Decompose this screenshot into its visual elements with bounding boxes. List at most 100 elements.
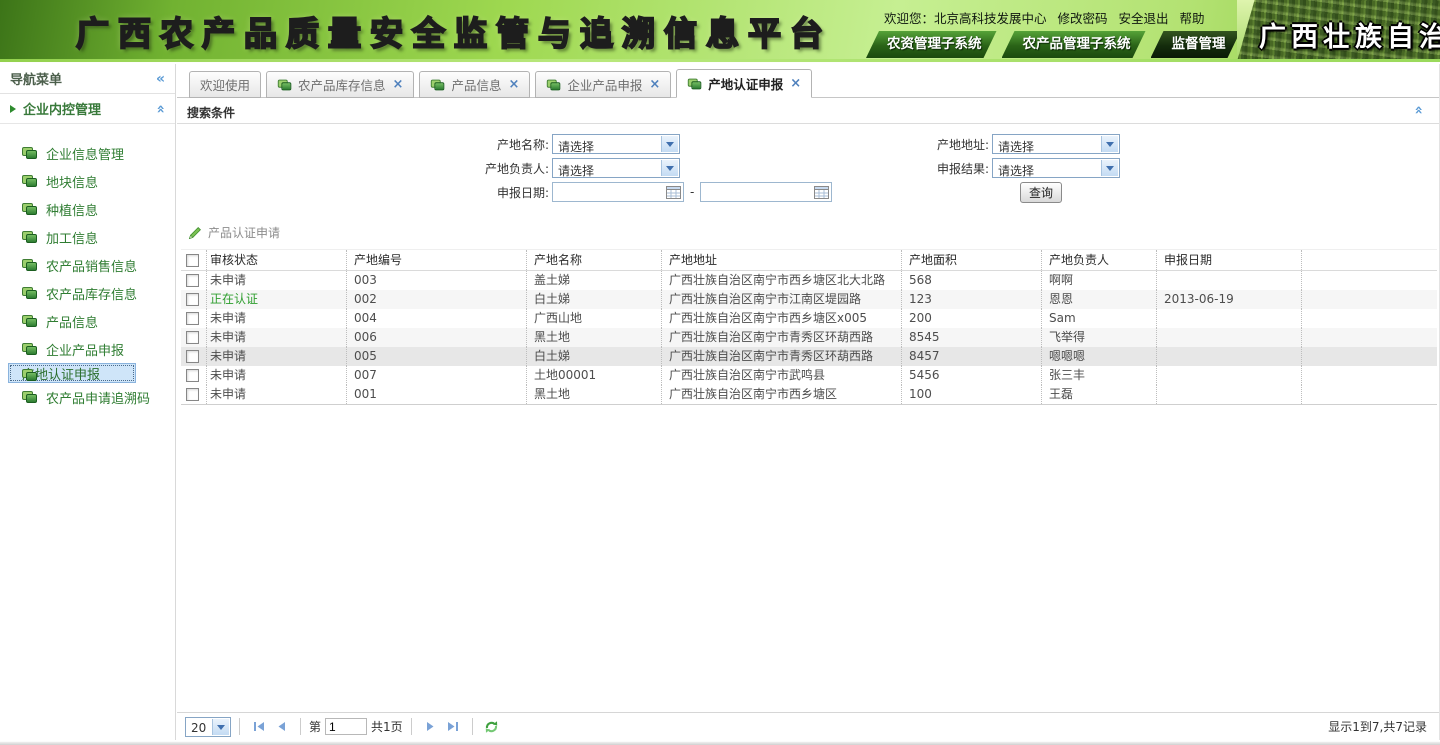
date-to-input[interactable]	[700, 182, 832, 202]
row-checkbox[interactable]	[186, 293, 199, 306]
cell-date	[1157, 366, 1302, 385]
sidebar-item[interactable]: 企业信息管理	[8, 139, 165, 167]
cell-date	[1157, 309, 1302, 328]
content-tab[interactable]: 产品信息×	[419, 71, 530, 98]
cell-code: 005	[347, 347, 527, 366]
chevron-down-icon[interactable]	[212, 719, 229, 735]
row-checkbox[interactable]	[186, 350, 199, 363]
row-checkbox-cell	[181, 290, 207, 309]
content-tab[interactable]: 企业产品申报 ×	[535, 71, 671, 98]
select-all-checkbox[interactable]	[186, 254, 199, 267]
search-collapse-icon[interactable]: «	[1410, 105, 1426, 114]
system-tabs: 农资管理子系统农产品管理子系统监督管理	[866, 31, 1241, 58]
cell-status: 未申请	[207, 328, 347, 347]
sidebar-item[interactable]: 加工信息	[8, 223, 165, 251]
calendar-icon[interactable]	[814, 185, 829, 199]
product-cert-apply-button[interactable]: 产品认证申请	[188, 224, 280, 241]
tab-icon	[688, 77, 702, 90]
row-checkbox[interactable]	[186, 388, 199, 401]
content-tab[interactable]: 欢迎使用	[189, 71, 261, 98]
pager-last-button[interactable]	[442, 717, 464, 737]
chevron-down-icon[interactable]	[1101, 136, 1118, 152]
pager-prev-button[interactable]	[270, 717, 292, 737]
main: 欢迎使用农产品库存信息×产品信息×企业产品申报×产地认证申报× 搜索条件 « 产…	[177, 64, 1440, 740]
cell-status: 正在认证	[207, 290, 347, 309]
sidebar-item-label: 农产品库存信息	[46, 284, 137, 303]
select-place-manager[interactable]: 请选择	[552, 158, 680, 178]
system-tab[interactable]: 农产品管理子系统	[1002, 31, 1146, 58]
chevron-down-icon[interactable]	[661, 160, 678, 176]
cell-code: 003	[347, 271, 527, 290]
page-number-input[interactable]	[325, 718, 367, 735]
cell-status: 未申请	[207, 366, 347, 385]
select-place-name[interactable]: 请选择	[552, 134, 680, 154]
page-size-select[interactable]: 20	[185, 717, 231, 737]
header-link[interactable]: 修改密码	[1058, 8, 1108, 27]
column-header[interactable]: 审核状态	[207, 250, 347, 270]
pager-first-button[interactable]	[248, 717, 270, 737]
pager-next-button[interactable]	[420, 717, 442, 737]
header-link[interactable]: 安全退出	[1119, 8, 1169, 27]
select-report-result[interactable]: 请选择	[992, 158, 1120, 178]
refresh-button[interactable]	[481, 717, 503, 737]
sidebar-item[interactable]: 产地认证申报	[8, 363, 136, 383]
cell-code: 004	[347, 309, 527, 328]
close-icon[interactable]: ×	[393, 77, 404, 92]
close-icon[interactable]: ×	[649, 77, 660, 92]
row-checkbox[interactable]	[186, 274, 199, 287]
header-link[interactable]: 帮助	[1180, 8, 1205, 27]
row-checkbox[interactable]	[186, 312, 199, 325]
cell-name: 盖土娣	[527, 271, 662, 290]
row-checkbox[interactable]	[186, 331, 199, 344]
last-page-icon	[447, 721, 459, 732]
search-conditions-bar: 搜索条件 «	[177, 98, 1439, 124]
menu-item-icon	[22, 314, 38, 328]
sidebar-item[interactable]: 种植信息	[8, 195, 165, 223]
close-icon[interactable]: ×	[790, 76, 801, 91]
content-tab[interactable]: 产地认证申报×	[676, 69, 812, 98]
tab-label: 企业产品申报	[567, 75, 642, 94]
app-title: 广西农产品质量安全监管与追溯信息平台	[76, 0, 832, 63]
sidebar-item[interactable]: 农产品申请追溯码	[8, 383, 165, 411]
sidebar-item[interactable]: 农产品库存信息	[8, 279, 165, 307]
chevron-down-icon[interactable]	[661, 136, 678, 152]
column-header[interactable]: 产地编号	[347, 250, 527, 270]
tab-label: 欢迎使用	[200, 75, 250, 94]
system-tab[interactable]: 监督管理	[1151, 31, 1241, 58]
tab-bar: 欢迎使用农产品库存信息×产品信息×企业产品申报×产地认证申报×	[177, 64, 1439, 98]
cell-address: 广西壮族自治区南宁市江南区堤园路	[662, 290, 902, 309]
chevron-down-icon[interactable]	[1101, 160, 1118, 176]
cell-area: 8545	[902, 328, 1042, 347]
tab-label: 农产品库存信息	[298, 75, 386, 94]
column-header[interactable]: 产地名称	[527, 250, 662, 270]
sidebar-section-header[interactable]: 企业内控管理 «	[0, 94, 175, 124]
row-checkbox-cell	[181, 347, 207, 366]
menu-item-icon	[22, 258, 38, 272]
date-from-input[interactable]	[552, 182, 684, 202]
column-header[interactable]: 产地地址	[662, 250, 902, 270]
calendar-icon[interactable]	[666, 185, 681, 199]
cell-date	[1157, 347, 1302, 366]
sidebar-item[interactable]: 企业产品申报	[8, 335, 165, 363]
field-label-manager: 产地负责人:	[437, 160, 549, 177]
system-tab[interactable]: 农资管理子系统	[866, 31, 997, 58]
next-page-icon	[425, 721, 436, 732]
row-checkbox[interactable]	[186, 369, 199, 382]
close-icon[interactable]: ×	[508, 77, 519, 92]
section-collapse-icon[interactable]: «	[152, 104, 168, 113]
column-header[interactable]: 申报日期	[1157, 250, 1302, 270]
page: 广西农产品质量安全监管与追溯信息平台 欢迎您：北京高科技发展中心 修改密码安全退…	[0, 0, 1440, 745]
collapse-sidebar-icon[interactable]: «	[156, 71, 165, 87]
header-links: 欢迎您：北京高科技发展中心 修改密码安全退出帮助	[884, 8, 1205, 27]
query-button[interactable]: 查询	[1020, 182, 1062, 203]
sidebar-item[interactable]: 地块信息	[8, 167, 165, 195]
sidebar-item[interactable]: 农产品销售信息	[8, 251, 165, 279]
row-checkbox-cell	[181, 366, 207, 385]
column-header[interactable]: 产地面积	[902, 250, 1042, 270]
select-place-address[interactable]: 请选择	[992, 134, 1120, 154]
cell-date	[1157, 328, 1302, 347]
menu-item-icon	[22, 174, 38, 188]
column-header[interactable]: 产地负责人	[1042, 250, 1157, 270]
content-tab[interactable]: 农产品库存信息 ×	[266, 71, 414, 98]
sidebar-item[interactable]: 产品信息	[8, 307, 165, 335]
